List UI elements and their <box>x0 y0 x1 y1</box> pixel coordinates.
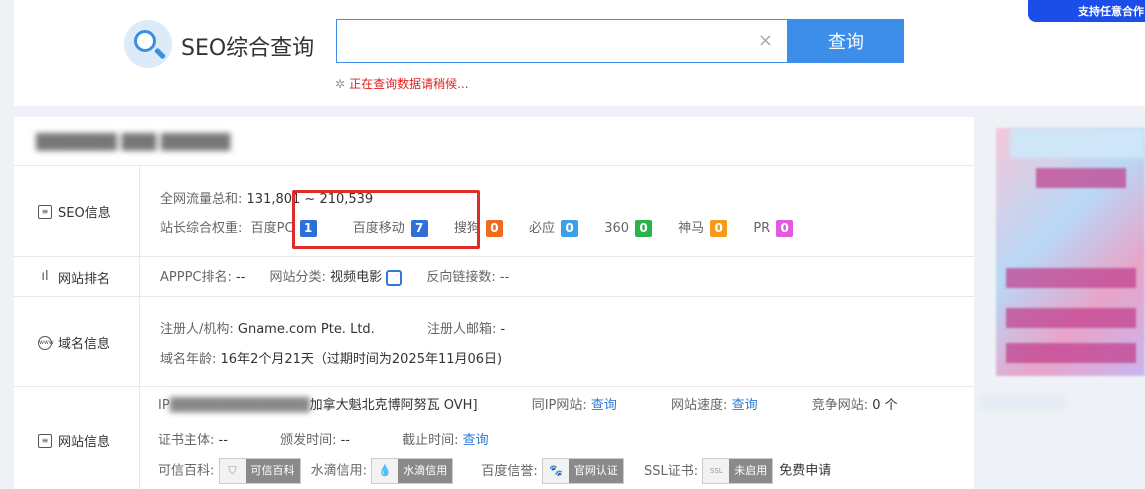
baidu-badge[interactable]: 🐾 官网认证 <box>541 458 624 484</box>
baike-badge[interactable]: ⛉ 可信百科 <box>218 458 301 484</box>
trust-row: 可信百科: ⛉ 可信百科 水滴信用: 💧 水滴信用 百度信誉: 🐾 官网认证 SSL证… <box>158 458 831 484</box>
domain-age-value: 16年2个月21天（过期时间为2025年11月06日) <box>220 352 503 367</box>
list-icon: ≡ <box>38 433 52 448</box>
registrar-value: Gname.com Pte. Ltd. <box>237 322 375 337</box>
same-ip-link[interactable]: 查询 <box>591 398 617 413</box>
weight-label-360: 360 <box>604 221 630 236</box>
divider <box>14 165 974 166</box>
backlinks-value: -- <box>499 270 510 285</box>
drop-icon: 💧 <box>372 459 399 483</box>
ip-row: IP██████████████加拿大魁北克博阿努瓦 OVH] 同IP网站: 查… <box>158 398 898 413</box>
shuidi-badge[interactable]: 💧 水滴信用 <box>371 458 454 484</box>
ssl-badge[interactable]: SSL 未启用 <box>702 458 774 484</box>
registrar-row: 注册人/机构: Gname.com Pte. Ltd. 注册人邮箱: - <box>160 322 506 337</box>
logo-search-icon[interactable] <box>124 20 172 68</box>
ranking-row: APPPC排名: -- 网站分类: 视频电影 反向链接数: -- <box>160 269 510 286</box>
domain-section-title: www 域名信息 <box>38 335 111 352</box>
free-apply-link[interactable]: 免费申请 <box>779 464 831 479</box>
competitor-value: 0 个 <box>872 398 898 413</box>
divider <box>14 256 974 257</box>
clear-icon[interactable]: × <box>758 30 773 51</box>
weight-badge-sogou[interactable]: 0 <box>485 220 503 237</box>
weight-badge-bing[interactable]: 0 <box>561 220 579 237</box>
shield-icon: ⛉ <box>219 459 246 483</box>
weight-badge-pr[interactable]: 0 <box>776 220 794 237</box>
www-icon: www <box>38 335 54 350</box>
weight-label-bing: 必应 <box>529 221 556 236</box>
logo-text: SEO综合查询 <box>181 36 315 61</box>
weight-badge-360[interactable]: 0 <box>635 220 653 237</box>
advertisement-image[interactable] <box>996 128 1145 376</box>
divider <box>14 296 974 297</box>
weight-label-shenma: 神马 <box>678 221 705 236</box>
weight-badge-shenma[interactable]: 0 <box>710 220 728 237</box>
divider <box>14 386 974 387</box>
paw-icon: 🐾 <box>542 459 569 483</box>
ssl-icon: SSL <box>703 459 730 483</box>
email-value: - <box>500 322 506 337</box>
search-button[interactable]: 查询 <box>788 19 904 63</box>
weight-label-pr: PR <box>753 221 771 236</box>
domain-header: ███████ ███ ██████ <box>36 133 231 151</box>
expire-link[interactable]: 查询 <box>463 433 489 448</box>
bar-chart-icon: ıl <box>41 268 49 284</box>
domain-age-row: 域名年龄: 16年2个月21天（过期时间为2025年11月06日) <box>160 352 503 367</box>
ip-address: ██████████████ <box>169 398 310 413</box>
highlight-box <box>292 190 480 249</box>
search-input[interactable]: × <box>336 19 788 63</box>
divider <box>139 165 140 489</box>
loading-text: 正在查询数据请稍候... <box>349 77 469 91</box>
weight-label-baidu-pc: 百度PC <box>250 221 294 236</box>
site-section-title: ≡ 网站信息 <box>38 431 110 450</box>
category-value: 视频电影 <box>330 270 383 285</box>
promo-banner[interactable]: 支持任意合作 <box>1028 0 1145 22</box>
spinner-icon: ✲ <box>335 77 346 91</box>
edit-icon[interactable] <box>386 269 403 286</box>
ip-location: 加拿大魁北克博阿努瓦 OVH] <box>309 398 478 413</box>
advertisement-header <box>1010 128 1145 158</box>
speed-link[interactable]: 查询 <box>732 398 758 413</box>
ranking-section-title: ıl 网站排名 <box>38 268 110 288</box>
blurred-text <box>980 395 1065 409</box>
cert-row: 证书主体: -- 颁发时间: -- 截止时间: 查询 <box>158 433 489 448</box>
document-icon: ≡ <box>38 204 52 219</box>
loading-indicator: ✲ 正在查询数据请稍候... <box>335 75 469 92</box>
seo-section-title: ≡ SEO信息 <box>38 202 111 221</box>
